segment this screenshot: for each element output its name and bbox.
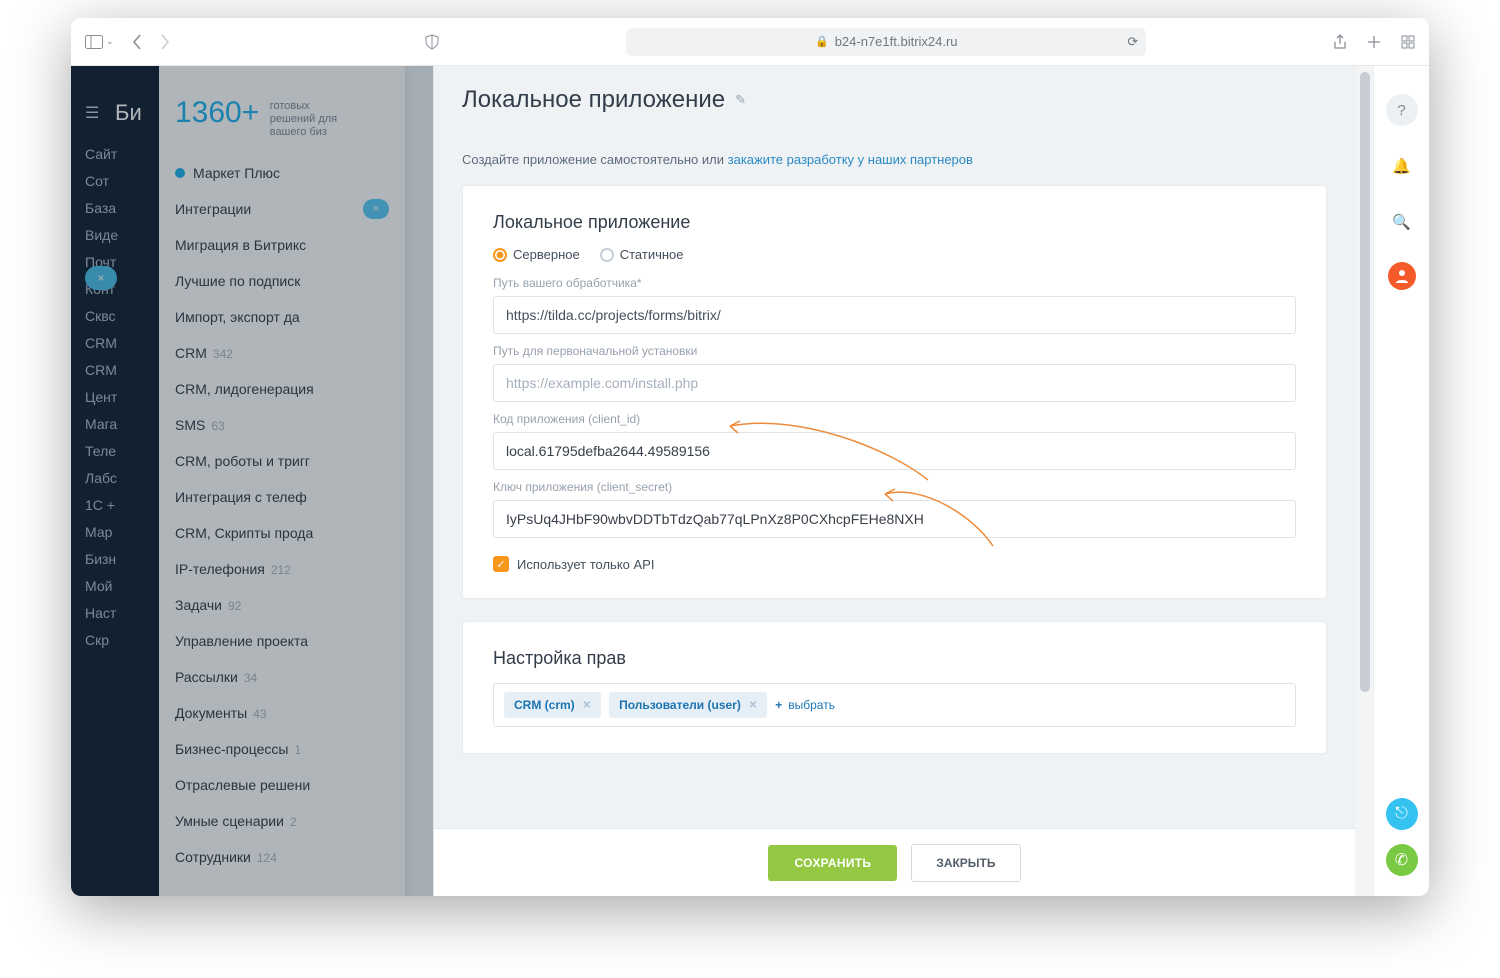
lock-icon: 🔒 [815, 35, 829, 48]
remove-tag-icon[interactable]: ✕ [583, 700, 591, 711]
bell-icon[interactable]: 🔔 [1386, 150, 1418, 182]
rights-card: Настройка прав CRM (crm)✕ Пользователи (… [462, 621, 1327, 754]
close-button[interactable]: ЗАКРЫТЬ [911, 844, 1020, 882]
app-config-card: Локальное приложение Серверное Статичное… [462, 185, 1327, 599]
right-sidebar: ? 🔔 🔍 ⎋ ✆ [1373, 66, 1429, 896]
rights-row: CRM (crm)✕ Пользователи (user)✕ +выбрать [493, 683, 1296, 727]
api-only-checkbox[interactable]: ✓ [493, 556, 509, 572]
reload-icon[interactable]: ⟳ [1127, 34, 1138, 50]
handler-label: Путь вашего обработчика* [493, 276, 1296, 290]
remove-tag-icon[interactable]: ✕ [749, 700, 757, 711]
handler-input[interactable] [493, 296, 1296, 334]
tabs-grid-icon[interactable] [1401, 34, 1415, 50]
client-id-input[interactable] [493, 432, 1296, 470]
browser-chrome: ⌄ 🔒 b24-n7e1ft.bitrix24.ru ⟳ [71, 18, 1429, 66]
nav-forward-icon [160, 34, 170, 50]
partners-link[interactable]: закажите разработку у наших партнеров [728, 152, 973, 167]
radio-server[interactable]: Серверное [493, 247, 580, 262]
url-field[interactable]: 🔒 b24-n7e1ft.bitrix24.ru ⟳ [626, 28, 1146, 56]
scrollbar-thumb[interactable] [1360, 72, 1370, 692]
client-secret-label: Ключ приложения (client_secret) [493, 480, 1296, 494]
intro-text: Создайте приложение самостоятельно или з… [462, 152, 1327, 167]
share-icon[interactable] [1333, 34, 1347, 50]
local-app-section-title: Локальное приложение [493, 212, 1296, 233]
install-label: Путь для первоначальной установки [493, 344, 1296, 358]
shield-icon[interactable] [424, 34, 440, 50]
save-button[interactable]: СОХРАНИТЬ [768, 845, 897, 881]
install-input[interactable] [493, 364, 1296, 402]
nav-back-icon[interactable] [132, 34, 142, 50]
add-right-button[interactable]: +выбрать [775, 698, 835, 712]
call-icon[interactable]: ✆ [1386, 844, 1418, 876]
app-flyout: Локальное приложение ✎ Создайте приложен… [433, 66, 1355, 896]
rights-title: Настройка прав [493, 648, 1296, 669]
help-icon[interactable]: ? [1386, 94, 1418, 126]
flyout-title: Локальное приложение [462, 86, 725, 114]
client-id-label: Код приложения (client_id) [493, 412, 1296, 426]
new-tab-icon[interactable] [1367, 34, 1381, 50]
search-icon[interactable]: 🔍 [1386, 206, 1418, 238]
rights-tag-user[interactable]: Пользователи (user)✕ [609, 692, 767, 718]
rights-tag-crm[interactable]: CRM (crm)✕ [504, 692, 601, 718]
api-only-label: Использует только API [517, 557, 654, 572]
scrollbar-track[interactable] [1355, 66, 1373, 896]
radio-static[interactable]: Статичное [600, 247, 684, 262]
logout-icon[interactable]: ⎋ [1386, 798, 1418, 830]
client-secret-input[interactable] [493, 500, 1296, 538]
edit-title-icon[interactable]: ✎ [735, 92, 746, 108]
sidebar-toggle-icon[interactable]: ⌄ [85, 35, 114, 49]
avatar-icon[interactable] [1388, 262, 1416, 290]
url-host: b24-n7e1ft.bitrix24.ru [835, 34, 958, 49]
